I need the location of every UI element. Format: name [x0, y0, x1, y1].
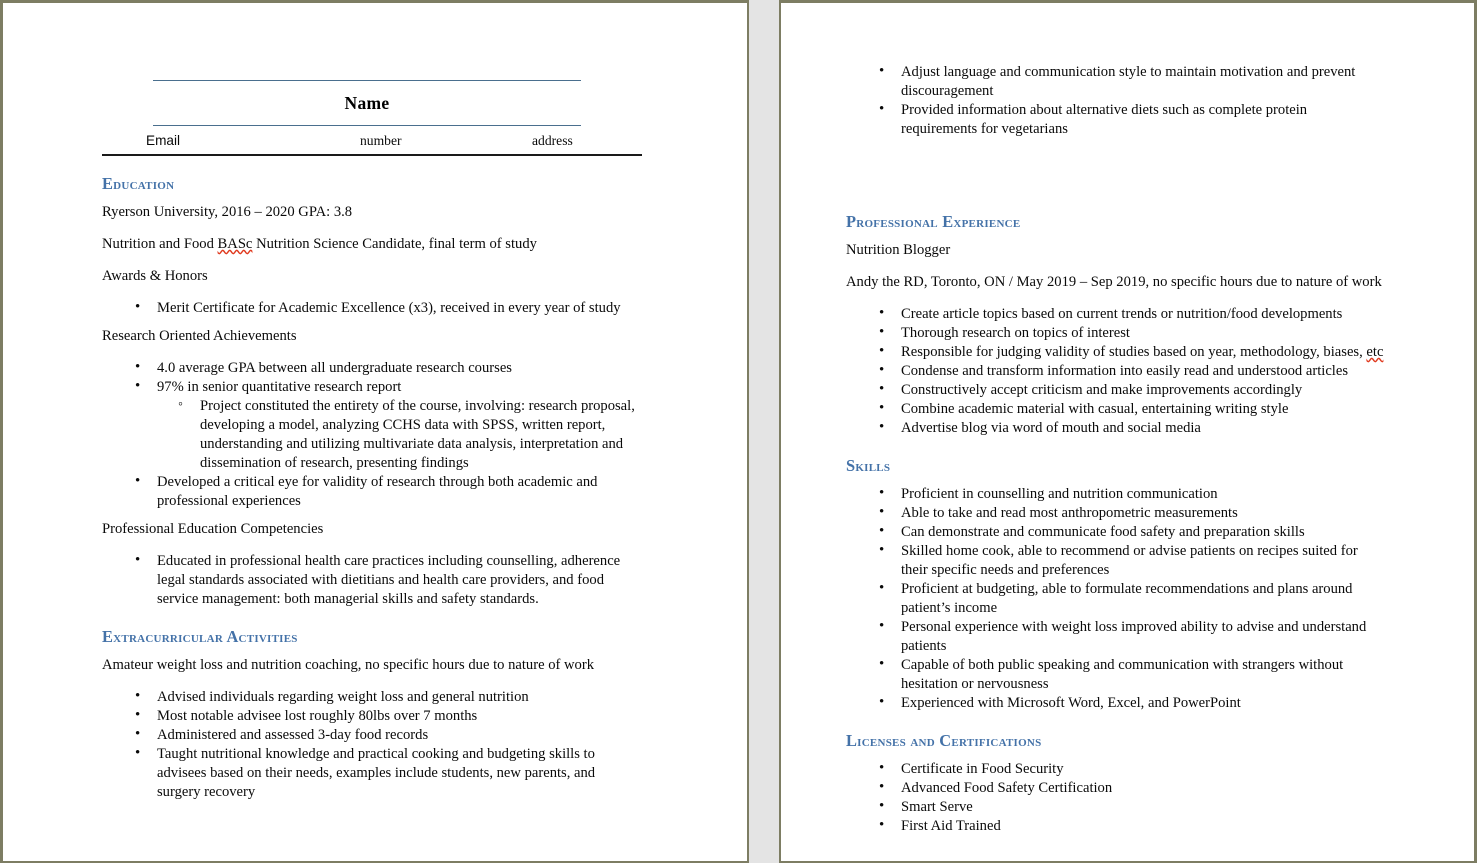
- spellcheck-word-basc: BASc: [217, 236, 253, 253]
- education-program-line: Nutrition and Food BASc Nutrition Scienc…: [102, 235, 642, 254]
- list-item: 97% in senior quantitative research repo…: [135, 377, 642, 397]
- list-item: Smart Serve: [879, 797, 1386, 817]
- awards-list: Merit Certificate for Academic Excellenc…: [102, 298, 642, 318]
- document-viewport: Name Email number address Education Ryer…: [0, 0, 1477, 863]
- list-item: Certificate in Food Security: [879, 759, 1386, 779]
- contact-email: Email: [146, 132, 180, 148]
- list-item: Personal experience with weight loss imp…: [879, 617, 1386, 656]
- continued-list: Adjust language and communication style …: [846, 62, 1386, 139]
- list-item: Create article topics based on current t…: [879, 304, 1386, 324]
- list-item: 4.0 average GPA between all undergraduat…: [135, 358, 642, 378]
- section-heading-skills: Skills: [846, 455, 891, 475]
- extracurricular-list: Advised individuals regarding weight los…: [102, 687, 642, 802]
- awards-label: Awards & Honors: [102, 268, 208, 285]
- list-item: First Aid Trained: [879, 816, 1386, 836]
- list-item: Provided information about alternative d…: [879, 100, 1386, 139]
- research-sub-list: Project constituted the entirety of the …: [135, 396, 642, 473]
- section-heading-licenses: Licenses and Certifications: [846, 730, 1042, 750]
- spellcheck-word-etc: etc: [1366, 344, 1384, 361]
- list-item: Advertise blog via word of mouth and soc…: [879, 418, 1386, 438]
- contact-address: address: [532, 132, 573, 148]
- research-label: Research Oriented Achievements: [102, 327, 297, 344]
- page-gutter: [749, 0, 779, 863]
- extracurricular-subtitle: Amateur weight loss and nutrition coachi…: [102, 656, 595, 673]
- competencies-label: Professional Education Competencies: [102, 520, 324, 537]
- education-school-line: Ryerson University, 2016 – 2020 GPA: 3.8: [102, 204, 353, 221]
- list-item: Responsible for judging validity of stud…: [879, 342, 1386, 362]
- contact-phone: number: [360, 132, 402, 148]
- list-item: Merit Certificate for Academic Excellenc…: [135, 298, 642, 318]
- list-item: Adjust language and communication style …: [879, 62, 1386, 101]
- list-item: Skilled home cook, able to recommend or …: [879, 541, 1386, 580]
- list-item: Taught nutritional knowledge and practic…: [135, 744, 642, 802]
- competencies-list: Educated in professional health care pra…: [102, 551, 642, 609]
- list-item: Experienced with Microsoft Word, Excel, …: [879, 693, 1386, 713]
- program-text-post: Nutrition Science Candidate, final term …: [252, 236, 537, 253]
- resume-header: Name Email number address: [102, 80, 642, 156]
- section-heading-education: Education: [102, 173, 175, 193]
- list-item: Proficient in counselling and nutrition …: [879, 484, 1386, 504]
- list-item: Able to take and read most anthropometri…: [879, 503, 1386, 523]
- pe-text-pre: Responsible for judging validity of stud…: [901, 344, 1367, 361]
- section-heading-professional-experience: Professional Experience: [846, 211, 1021, 231]
- page-title: Name: [344, 93, 390, 113]
- page-2-content: Adjust language and communication style …: [846, 0, 1386, 845]
- list-item: Capable of both public speaking and comm…: [879, 655, 1386, 694]
- list-item: Thorough research on topics of interest: [879, 323, 1386, 343]
- contact-row: Email number address: [102, 126, 642, 156]
- job-title: Nutrition Blogger: [846, 242, 951, 259]
- list-item: Administered and assessed 3-day food rec…: [135, 725, 642, 745]
- list-item: Advised individuals regarding weight los…: [135, 687, 642, 707]
- job-meta: Andy the RD, Toronto, ON / May 2019 – Se…: [846, 274, 1382, 291]
- list-item: Proficient at budgeting, able to formula…: [879, 579, 1386, 618]
- professional-experience-list: Create article topics based on current t…: [846, 304, 1386, 438]
- program-text-pre: Nutrition and Food: [102, 236, 218, 253]
- section-heading-extracurricular: Extracurricular Activities: [102, 626, 298, 646]
- list-item: Project constituted the entirety of the …: [178, 396, 642, 473]
- list-item: Combine academic material with casual, e…: [879, 399, 1386, 419]
- list-item: Developed a critical eye for validity of…: [135, 472, 642, 511]
- list-item: Educated in professional health care pra…: [135, 551, 642, 609]
- research-list: 4.0 average GPA between all undergraduat…: [102, 358, 642, 511]
- list-item: Constructively accept criticism and make…: [879, 380, 1386, 400]
- list-item: Can demonstrate and communicate food saf…: [879, 522, 1386, 542]
- licenses-list: Certificate in Food Security Advanced Fo…: [846, 759, 1386, 836]
- page-1-content: Name Email number address Education Ryer…: [102, 0, 642, 811]
- list-item: Condense and transform information into …: [879, 361, 1386, 381]
- list-item: Most notable advisee lost roughly 80lbs …: [135, 706, 642, 726]
- list-item: Advanced Food Safety Certification: [879, 778, 1386, 798]
- skills-list: Proficient in counselling and nutrition …: [846, 484, 1386, 713]
